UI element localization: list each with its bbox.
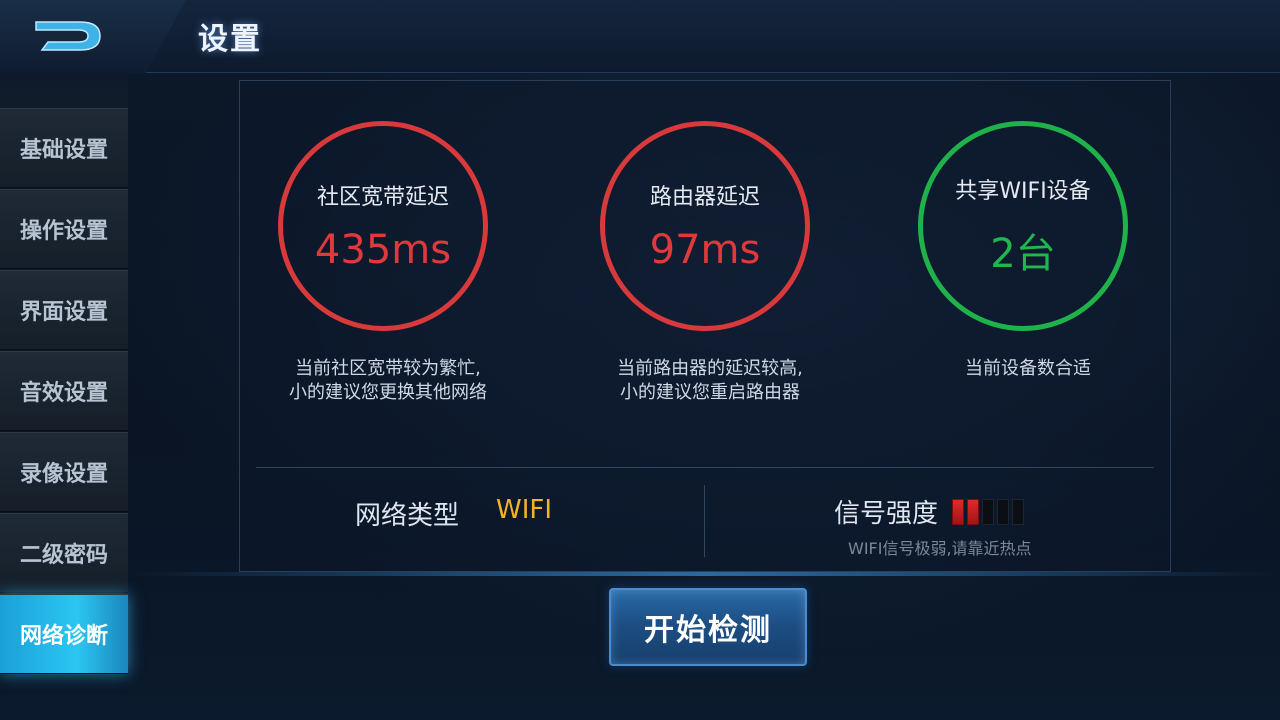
start-button-label: 开始检测 bbox=[644, 613, 772, 648]
signal-strength-bars bbox=[952, 499, 1024, 525]
network-type-label: 网络类型 bbox=[355, 501, 460, 531]
sidebar-item-label: 操作设置 bbox=[19, 219, 108, 244]
signal-bar bbox=[967, 499, 979, 525]
sidebar-item-label: 二级密码 bbox=[19, 543, 108, 568]
signal-strength-label: 信号强度 bbox=[834, 499, 939, 529]
sidebar-item-secondary-password[interactable]: 二级密码 bbox=[0, 513, 128, 593]
d-logo-icon[interactable] bbox=[32, 16, 104, 56]
status-ring: 社区宽带延迟 435ms bbox=[278, 121, 488, 331]
sidebar-item-basic[interactable]: 基础设置 bbox=[0, 108, 128, 188]
sidebar-item-audio[interactable]: 音效设置 bbox=[0, 351, 128, 431]
signal-bar bbox=[982, 499, 994, 525]
metric-note: 当前社区宽带较为繁忙, 小的建议您更换其他网络 bbox=[289, 358, 487, 403]
metric-label: 社区宽带延迟 bbox=[316, 185, 449, 210]
metric-note: 当前路由器的延迟较高, 小的建议您重启路由器 bbox=[617, 358, 803, 403]
sidebar-item-label: 网络诊断 bbox=[19, 624, 108, 649]
status-ring: 共享WIFI设备 2台 bbox=[918, 121, 1128, 331]
metric-shared-wifi-devices: 共享WIFI设备 2台 当前设备数合适 bbox=[913, 121, 1143, 451]
metric-value: 435ms bbox=[314, 227, 452, 273]
settings-screen: 设置 基础设置 操作设置 界面设置 音效设置 录像设置 二级密码 网络诊断 社区… bbox=[0, 0, 1280, 720]
sidebar-item-network-diagnosis[interactable]: 网络诊断 bbox=[0, 594, 128, 674]
sidebar-item-label: 基础设置 bbox=[19, 138, 108, 163]
sidebar-item-label: 音效设置 bbox=[19, 381, 108, 406]
header-bar: 设置 bbox=[0, 0, 1280, 74]
sidebar-item-label: 界面设置 bbox=[19, 300, 108, 325]
signal-bar bbox=[1012, 499, 1024, 525]
diagnosis-panel: 社区宽带延迟 435ms 当前社区宽带较为繁忙, 小的建议您更换其他网络 路由器… bbox=[239, 80, 1171, 572]
metric-label: 路由器延迟 bbox=[649, 185, 760, 210]
sidebar-item-controls[interactable]: 操作设置 bbox=[0, 189, 128, 269]
signal-bar bbox=[952, 499, 964, 525]
sidebar-top-ornament bbox=[0, 72, 128, 108]
sidebar: 基础设置 操作设置 界面设置 音效设置 录像设置 二级密码 网络诊断 bbox=[0, 108, 128, 720]
start-diagnosis-button[interactable]: 开始检测 bbox=[609, 588, 807, 666]
metric-note: 当前设备数合适 bbox=[965, 358, 1091, 379]
metric-value: 2台 bbox=[990, 231, 1056, 277]
network-type-value: WIFI bbox=[496, 495, 552, 525]
sidebar-item-interface[interactable]: 界面设置 bbox=[0, 270, 128, 350]
status-ring: 路由器延迟 97ms bbox=[600, 121, 810, 331]
metric-label: 共享WIFI设备 bbox=[955, 179, 1091, 204]
page-title: 设置 bbox=[198, 22, 262, 57]
sidebar-item-label: 录像设置 bbox=[19, 462, 108, 487]
vertical-divider bbox=[704, 485, 705, 557]
sidebar-item-replay[interactable]: 录像设置 bbox=[0, 432, 128, 512]
metric-isp-latency: 社区宽带延迟 435ms 当前社区宽带较为繁忙, 小的建议您更换其他网络 bbox=[273, 121, 503, 451]
metric-router-latency: 路由器延迟 97ms 当前路由器的延迟较高, 小的建议您重启路由器 bbox=[595, 121, 825, 451]
metric-value: 97ms bbox=[649, 227, 761, 273]
horizontal-divider bbox=[256, 467, 1154, 468]
signal-bar bbox=[997, 499, 1009, 525]
floor-glow bbox=[128, 572, 1280, 576]
signal-note: WIFI信号极弱,请靠近热点 bbox=[848, 539, 1032, 558]
